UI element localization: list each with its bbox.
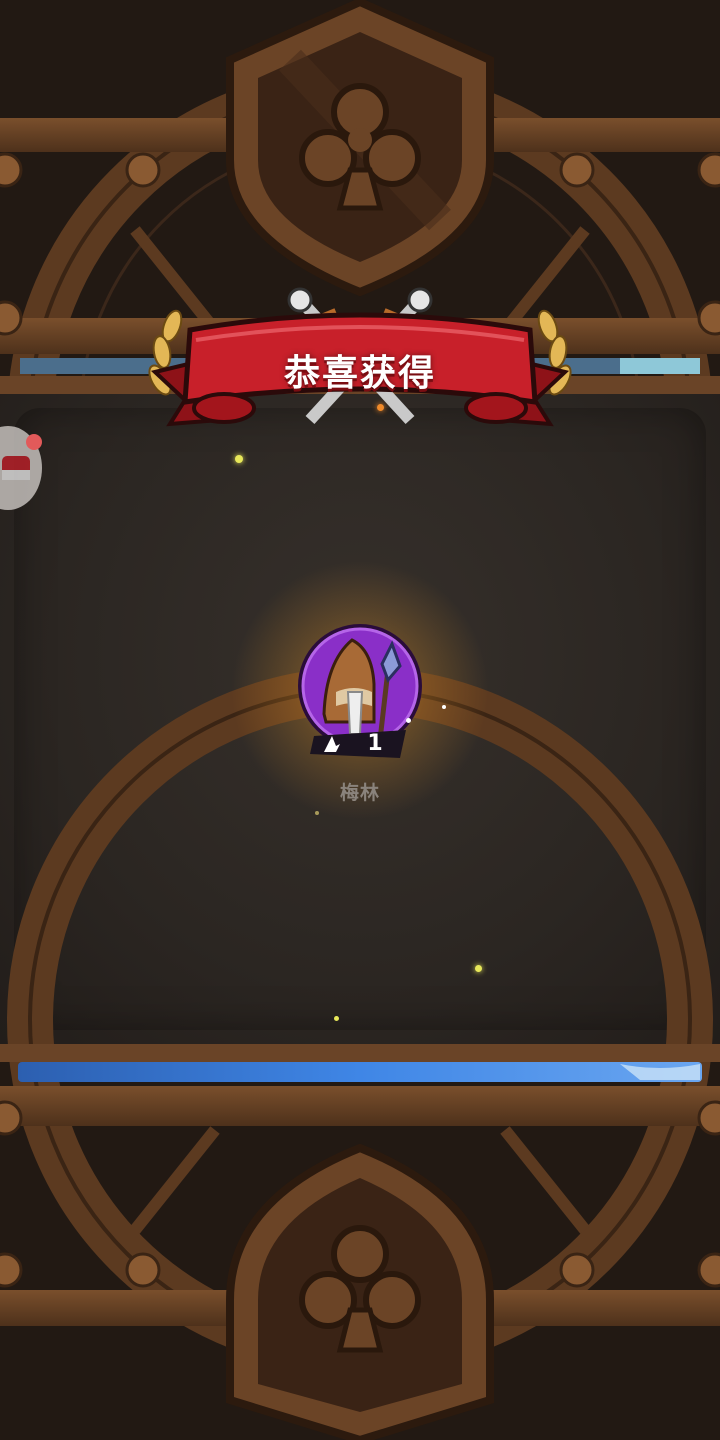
hero-name: 梅林: [339, 782, 380, 804]
sparkle: [315, 811, 319, 815]
notification-dot: [26, 434, 42, 450]
banner-title: 恭喜获得: [283, 353, 436, 394]
sparkle: [235, 455, 243, 463]
sparkle: [334, 1016, 339, 1021]
sparkle: [377, 404, 384, 411]
reward-count: 1: [367, 731, 383, 756]
sparkle: [406, 718, 411, 723]
sparkle: [442, 705, 446, 709]
sparkle: [475, 965, 482, 972]
